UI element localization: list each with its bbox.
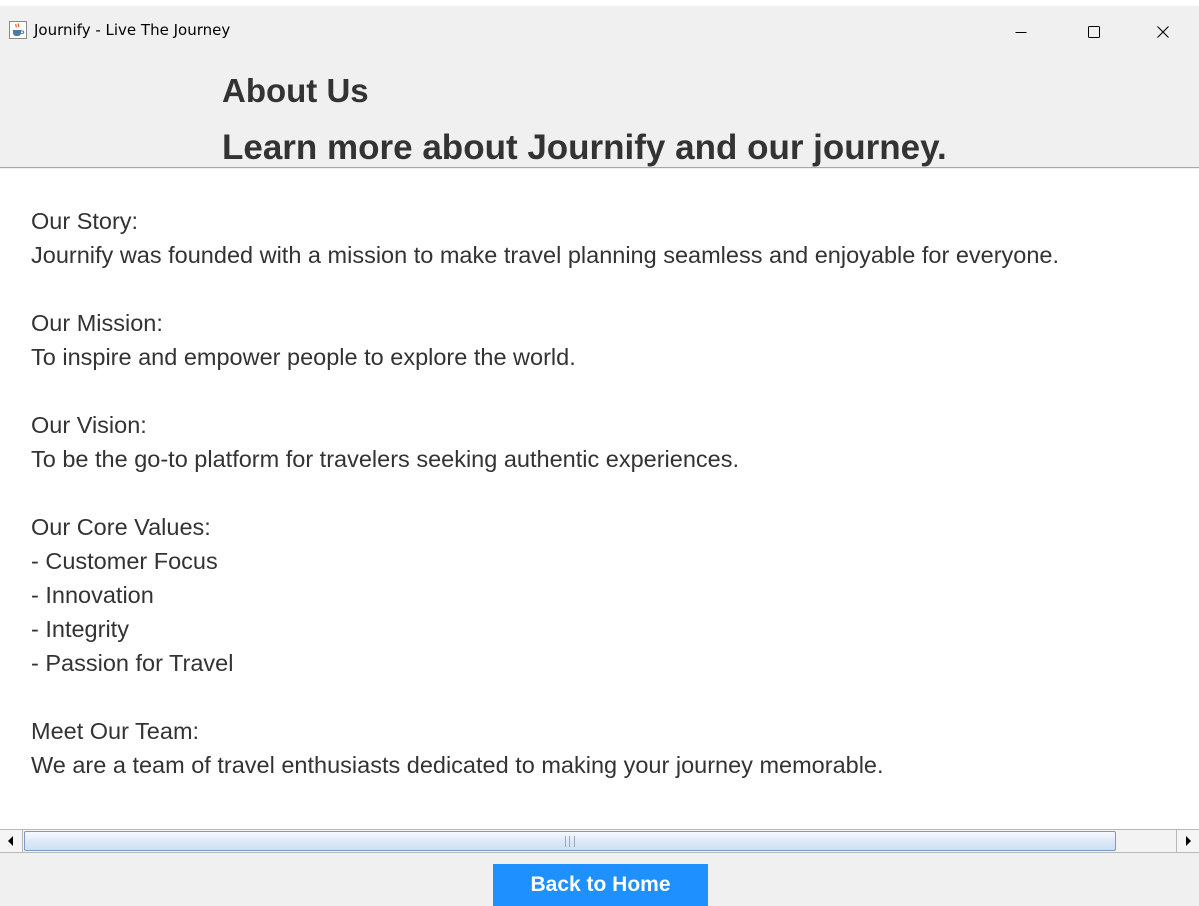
java-coffee-cup-icon <box>9 21 27 39</box>
minimize-button[interactable] <box>998 12 1044 52</box>
minimize-icon <box>1015 32 1027 33</box>
maximize-icon <box>1088 26 1100 38</box>
window-title: Journify - Live The Journey <box>34 21 231 39</box>
about-content-text: Our Story: Journify was founded with a m… <box>31 208 1060 778</box>
back-to-home-button[interactable]: Back to Home <box>493 864 708 906</box>
close-icon <box>1157 26 1169 38</box>
arrow-left-icon <box>8 836 13 846</box>
scroll-right-button[interactable] <box>1176 830 1199 852</box>
scroll-thumb[interactable] <box>24 831 1116 851</box>
close-button[interactable] <box>1140 12 1186 52</box>
title-bar[interactable]: Journify - Live The Journey <box>0 6 1199 52</box>
page-title: About Us <box>222 72 369 109</box>
grip-icon <box>565 836 575 847</box>
page-subtitle: Learn more about Journify and our journe… <box>222 128 947 167</box>
horizontal-scrollbar[interactable] <box>0 829 1199 853</box>
scroll-left-button[interactable] <box>0 830 23 852</box>
maximize-button[interactable] <box>1071 12 1117 52</box>
content-scroll-pane[interactable]: Our Story: Journify was founded with a m… <box>0 169 1199 829</box>
arrow-right-icon <box>1186 836 1191 846</box>
